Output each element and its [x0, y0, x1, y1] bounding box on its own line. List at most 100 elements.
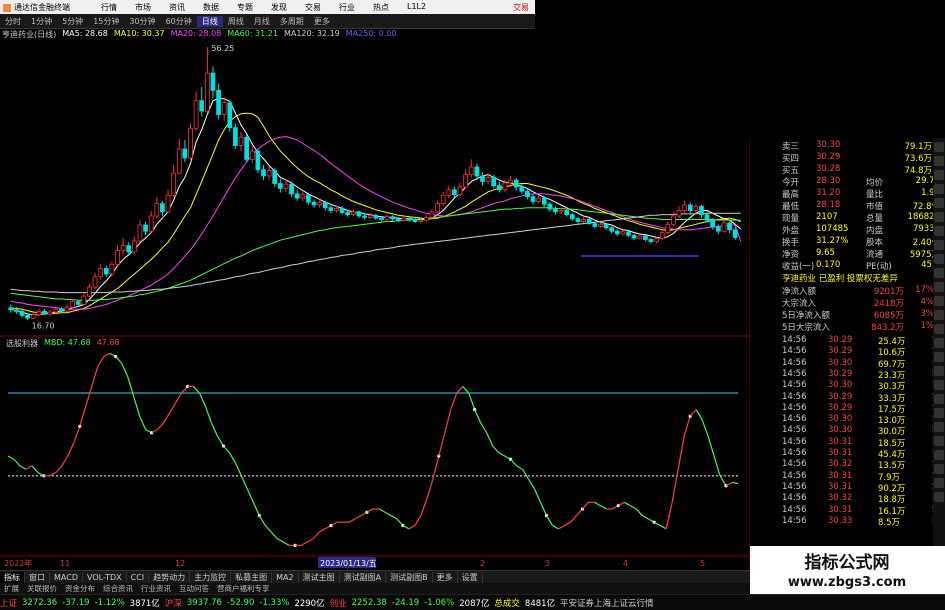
side-tool-icon[interactable] — [934, 450, 944, 460]
extension-tab-3[interactable]: 综合资讯 — [99, 583, 137, 594]
candle — [452, 187, 457, 198]
tick-volume: 13.5万 — [878, 461, 906, 472]
side-tool-icon[interactable] — [934, 366, 944, 376]
side-tool-icon[interactable] — [934, 142, 944, 152]
side-tool-icon[interactable] — [934, 492, 944, 502]
stat-label: 内盘 — [866, 226, 884, 236]
mbd-segment — [103, 352, 111, 358]
mbd-segment — [91, 366, 99, 387]
side-tool-icon[interactable] — [934, 436, 944, 446]
side-tool-icon[interactable] — [934, 156, 944, 166]
tick-price: 30.32 — [828, 493, 853, 504]
side-tool-icon[interactable] — [934, 240, 944, 250]
side-tool-icon[interactable] — [934, 478, 944, 488]
side-tool-icon[interactable] — [934, 338, 944, 348]
indicator-tab-8[interactable]: MA2 — [272, 573, 299, 582]
indicator-tab-1[interactable]: 窗口 — [25, 572, 50, 583]
side-tool-icon[interactable] — [934, 282, 944, 292]
mbd-segment — [552, 524, 559, 530]
mbd-segment — [474, 409, 482, 424]
tick-time: 14:56 — [782, 493, 807, 504]
stat-value: 2107 — [816, 212, 838, 222]
tick-price: 30.30 — [828, 414, 853, 425]
tick-price: 30.31 — [828, 436, 853, 447]
side-tool-icon[interactable] — [934, 254, 944, 264]
candle — [103, 265, 109, 277]
candle — [676, 206, 682, 219]
indicator-tab-0[interactable]: 指标 — [0, 572, 25, 583]
indicator-tab-4[interactable]: CCI — [127, 573, 150, 582]
indicator-tab-6[interactable]: 主力监控 — [190, 572, 232, 583]
mbd-segment — [366, 508, 374, 513]
extension-tab-1[interactable]: 关联报价 — [23, 583, 61, 594]
stat-row: 收益(一) 0.170 PE(动) 45.6 — [782, 260, 945, 272]
side-tool-icon[interactable] — [934, 226, 944, 236]
side-tool-icon[interactable] — [934, 310, 944, 320]
mbd-segment — [157, 422, 165, 430]
indicator-tab-3[interactable]: VOL-TDX — [83, 573, 127, 582]
candle — [266, 166, 272, 181]
mbd-segment — [635, 508, 643, 516]
side-tool-icon[interactable] — [934, 352, 944, 362]
mbd-segment — [456, 386, 464, 394]
indicator-tab-7[interactable]: 私募主图 — [231, 572, 273, 583]
side-tool-icon[interactable] — [934, 296, 944, 306]
tick-row: 14:5630.338.5万B — [782, 516, 945, 528]
extension-tab-4[interactable]: 行业资讯 — [137, 583, 175, 594]
flow-label: 净流入额 — [782, 287, 817, 297]
date-axis-label: 11 — [60, 559, 70, 568]
side-tool-icon[interactable] — [934, 170, 944, 180]
mbd-segment — [115, 356, 123, 364]
mbd-segment — [354, 515, 362, 520]
mbd-segment — [264, 525, 272, 533]
indicator-tab-11[interactable]: 测试副图B — [386, 572, 433, 583]
candle — [204, 47, 210, 113]
candle — [70, 298, 75, 309]
indicator-tab-10[interactable]: 测试副图A — [340, 572, 387, 583]
side-tool-icon[interactable] — [934, 408, 944, 418]
candle — [216, 83, 221, 120]
indicator-tab-13[interactable]: 设置 — [458, 572, 483, 583]
fund-flow-row: 5日净流入额 6085万 3% — [782, 309, 945, 321]
tick-row: 14:5630.2933.3万S — [782, 392, 945, 404]
flow-percent: 4% — [920, 297, 935, 307]
side-tool-icon[interactable] — [934, 268, 944, 278]
indicator-tab-5[interactable]: 趋势动力 — [149, 572, 191, 583]
tick-price: 30.29 — [828, 402, 853, 413]
side-tool-icon[interactable] — [934, 198, 944, 208]
indicator-tab-2[interactable]: MACD — [50, 573, 83, 582]
candle — [81, 293, 87, 306]
side-tool-icon[interactable] — [934, 380, 944, 390]
tick-price: 30.30 — [828, 380, 853, 391]
extension-tab-5[interactable]: 互动问答 — [175, 583, 213, 594]
indicator-tab-12[interactable]: 更多 — [433, 572, 458, 583]
tick-time: 14:56 — [782, 425, 807, 436]
candle — [609, 226, 615, 234]
candle — [468, 159, 474, 178]
mbd-segment — [300, 541, 308, 546]
extension-tab-6[interactable]: 营商户福利专享 — [213, 583, 274, 594]
side-tool-icon[interactable] — [934, 464, 944, 474]
candle — [620, 229, 626, 236]
candle — [508, 175, 513, 186]
tick-row: 14:5630.2923.3万S — [782, 369, 945, 381]
status-item-14: 2087亿 — [459, 598, 490, 609]
order-volume: 74.8万 — [904, 166, 932, 176]
extension-tab-0[interactable]: 扩展 — [0, 583, 23, 594]
side-tool-icon[interactable] — [934, 422, 944, 432]
candle — [547, 201, 553, 212]
side-tool-icon[interactable] — [934, 184, 944, 194]
candle — [8, 304, 14, 313]
status-item-0: 上证 — [0, 598, 18, 609]
indicator-tab-9[interactable]: 测试主图 — [299, 572, 340, 583]
candle — [536, 195, 542, 204]
tick-price: 30.30 — [828, 425, 853, 436]
tick-volume: 90.2万 — [878, 483, 906, 494]
mbd-segment — [193, 386, 200, 394]
side-tool-icon[interactable] — [934, 212, 944, 222]
watermark-url: www.zbgs3.com — [788, 575, 906, 590]
side-tool-icon[interactable] — [934, 394, 944, 404]
side-tool-icon[interactable] — [934, 324, 944, 334]
candle — [199, 86, 205, 117]
extension-tab-2[interactable]: 资金分布 — [61, 583, 99, 594]
